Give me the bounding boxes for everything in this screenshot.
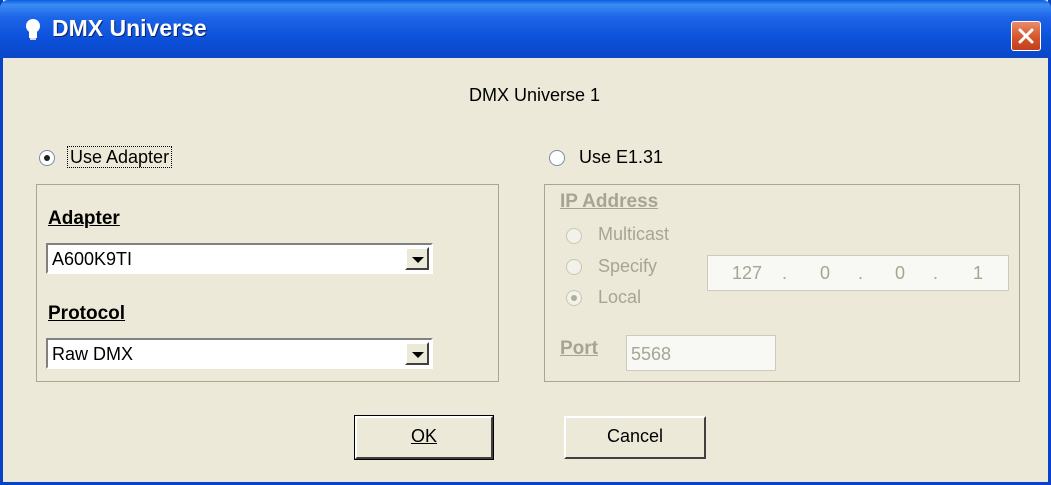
ip-separator: . [782,263,788,283]
use-e131-radio[interactable] [549,150,565,166]
window-title: DMX Universe [52,15,207,41]
multicast-label[interactable]: Multicast [598,224,669,245]
chevron-down-icon[interactable] [405,247,429,270]
ip-octet-4: 1 [973,263,984,283]
use-adapter-label[interactable]: Use Adapter [67,146,173,168]
ip-address-field[interactable]: 127 . 0 . 0 . 1 [707,255,1009,291]
adapter-select[interactable]: A600K9TI [46,243,433,274]
local-radio[interactable] [566,290,582,306]
ip-separator: . [933,263,939,283]
protocol-select[interactable]: Raw DMX [46,338,433,369]
use-adapter-radio[interactable] [39,150,55,166]
ip-address-heading: IP Address [560,191,659,212]
ip-octet-1: 127 [732,263,763,283]
specify-label[interactable]: Specify [598,256,657,277]
ip-octet-2: 0 [820,263,831,283]
use-e131-label[interactable]: Use E1.31 [579,147,663,168]
port-field[interactable]: 5568 [626,335,776,371]
cancel-button[interactable]: Cancel [564,416,706,459]
dmx-universe-dialog: DMX Universe DMX Universe 1 Use Adapter … [0,0,1051,485]
lightbulb-icon [26,19,40,40]
protocol-value: Raw DMX [52,344,134,364]
specify-radio[interactable] [566,259,582,275]
protocol-heading: Protocol [48,303,126,324]
close-icon [1018,28,1034,44]
ip-separator: . [858,263,864,283]
local-label[interactable]: Local [598,287,641,308]
adapter-value: A600K9TI [52,249,133,269]
adapter-heading: Adapter [48,208,120,229]
port-label: Port [560,338,598,359]
title-bar[interactable]: DMX Universe [0,0,1051,58]
ok-button[interactable]: OK [354,415,494,460]
chevron-down-icon[interactable] [405,342,429,365]
ip-octet-3: 0 [895,263,906,283]
port-value: 5568 [631,344,672,364]
multicast-radio[interactable] [566,228,582,244]
close-button[interactable] [1011,21,1041,51]
universe-heading: DMX Universe 1 [469,85,601,105]
